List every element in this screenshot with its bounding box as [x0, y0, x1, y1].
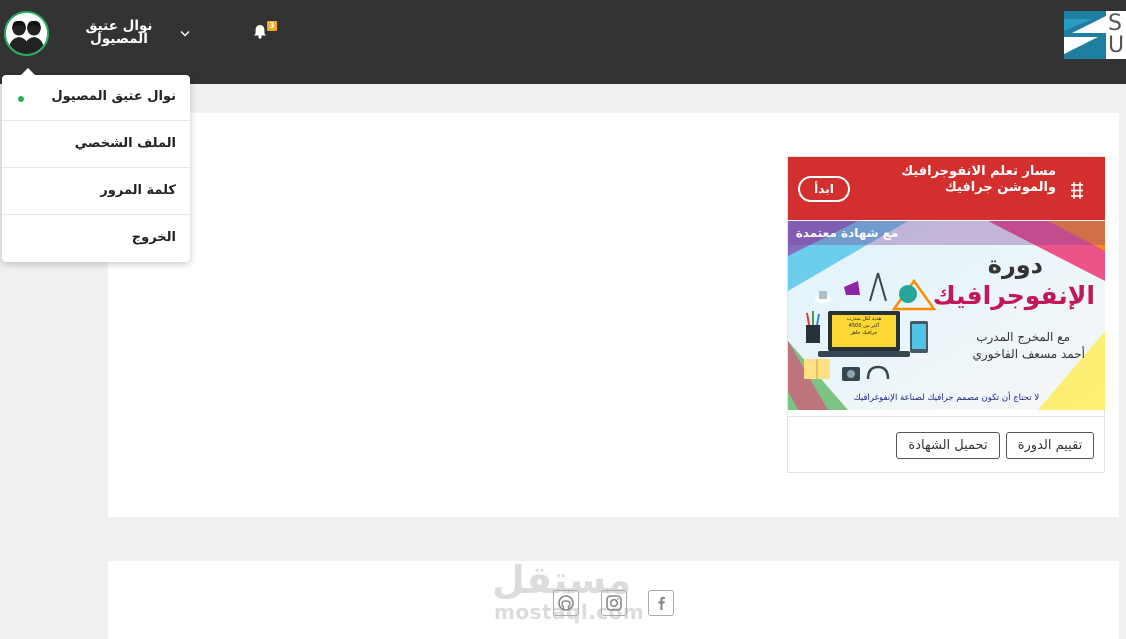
banner-trainer-line1: مع المخرج المدرب — [976, 330, 1070, 344]
download-certificate-button[interactable]: تحميل الشهادة — [896, 432, 1000, 459]
course-card: مسار تعلم الانفوجرافيك والموشن جرافيك اب… — [787, 156, 1105, 473]
banner-heading-line1: دورة — [987, 251, 1043, 279]
brand-letter-u: U — [1108, 33, 1125, 58]
screen-text-line: هدية لكل متدرب — [846, 316, 882, 322]
card-divider — [788, 416, 1104, 417]
user-dropdown-menu: نوال عتيق المصيول الملف الشخصي كلمة المر… — [2, 68, 190, 262]
banner-badge-text: مع شهادة معتمدة — [795, 226, 899, 240]
banner-trainer-line2: أحمد مسعف الفاخوري — [972, 347, 1085, 361]
track-icon — [1071, 182, 1083, 199]
start-course-button[interactable]: ابدأ — [798, 176, 850, 202]
online-status-dot — [18, 96, 24, 102]
menu-item-label: كلمة المرور — [100, 183, 176, 198]
facebook-icon — [658, 596, 665, 610]
course-banner-image[interactable]: مع شهادة معتمدة دورة الإنفوجرافيك مع الم… — [788, 221, 1105, 410]
facebook-link[interactable] — [648, 590, 674, 616]
chevron-down-icon[interactable] — [180, 30, 190, 38]
rate-course-button[interactable]: تقييم الدورة — [1006, 432, 1094, 459]
github-icon — [558, 595, 574, 611]
brand-mark-icon — [1064, 11, 1106, 59]
brand-logo[interactable]: S U — [1064, 11, 1126, 59]
instagram-icon — [606, 595, 622, 611]
banner-heading-line2: الإنفوجرافيك — [932, 281, 1095, 310]
menu-item-label: نوال عتيق المصيول — [51, 89, 176, 104]
brand-letter-s: S — [1108, 11, 1122, 36]
menu-item-password[interactable]: كلمة المرور — [2, 169, 190, 215]
menu-item-label: الملف الشخصي — [74, 136, 176, 151]
user-name[interactable]: نوال عتيق المصيول — [70, 19, 168, 46]
notification-badge: 3 — [267, 21, 277, 31]
instagram-link[interactable] — [601, 590, 627, 616]
banner-laptop-screen-text: هدية لكل متدرب أكثر من 4500 جرافيك جاهز — [832, 316, 896, 337]
screen-text-line: أكثر من 4500 — [848, 323, 880, 329]
course-card-header: مسار تعلم الانفوجرافيك والموشن جرافيك اب… — [788, 157, 1105, 220]
menu-item-profile[interactable]: الملف الشخصي — [2, 122, 190, 168]
bell-icon[interactable] — [253, 24, 267, 39]
github-link[interactable] — [553, 590, 579, 616]
user-avatar[interactable] — [4, 11, 49, 56]
menu-item-label: الخروج — [131, 230, 176, 245]
course-title[interactable]: مسار تعلم الانفوجرافيك والموشن جرافيك — [876, 164, 1056, 196]
banner-tagline: لا تحتاج أن تكون مصمم جرافيك لصناعة الإن… — [853, 393, 1040, 403]
screen-text-line: جرافيك جاهز — [850, 330, 878, 336]
top-navbar — [0, 0, 1126, 84]
menu-item-logout[interactable]: الخروج — [2, 216, 190, 262]
menu-item-username[interactable]: نوال عتيق المصيول — [2, 75, 190, 121]
